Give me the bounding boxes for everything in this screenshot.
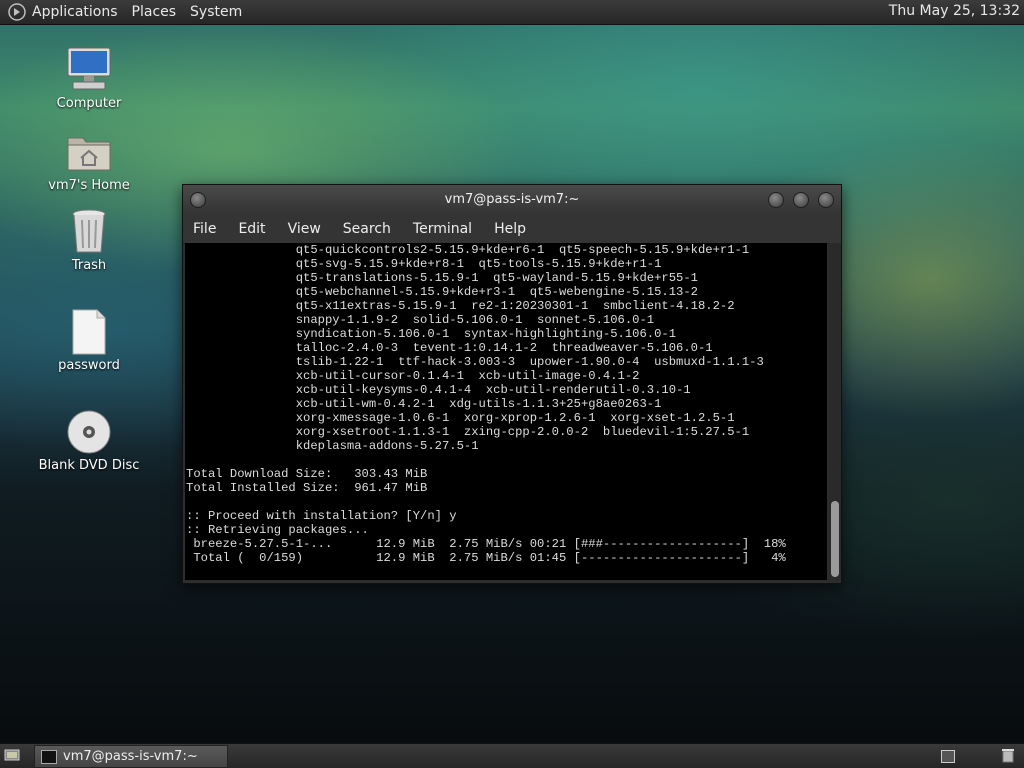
taskbar-terminal-button[interactable]: vm7@pass-is-vm7:~ — [34, 745, 228, 768]
desktop-icon-trash[interactable]: Trash — [34, 208, 144, 273]
maximize-button[interactable] — [793, 192, 809, 208]
terminal-text: qt5-quickcontrols2-5.15.9+kde+r6-1 qt5-s… — [186, 243, 786, 565]
trash-applet-icon[interactable] — [1001, 748, 1015, 763]
menu-terminal[interactable]: Terminal — [413, 221, 472, 237]
home-folder-icon — [65, 128, 113, 176]
close-button[interactable] — [818, 192, 834, 208]
desktop-icon-computer[interactable]: Computer — [34, 46, 144, 111]
desktop-icon-dvd[interactable]: Blank DVD Disc — [34, 408, 144, 473]
desktop-icon-home[interactable]: vm7's Home — [34, 128, 144, 193]
top-panel: Applications Places System Thu May 25, 1… — [0, 0, 1024, 25]
desktop-icon-label: password — [58, 358, 120, 373]
desktop-icon-label: vm7's Home — [48, 178, 130, 193]
places-menu[interactable]: Places — [132, 4, 177, 20]
terminal-window[interactable]: vm7@pass-is-vm7:~ File Edit View Search … — [182, 184, 842, 584]
desktop-icon-label: Blank DVD Disc — [38, 458, 140, 473]
menu-edit[interactable]: Edit — [238, 221, 265, 237]
window-title: vm7@pass-is-vm7:~ — [444, 192, 580, 207]
terminal-scrollbar[interactable] — [829, 243, 841, 580]
distro-logo-icon[interactable] — [8, 3, 26, 21]
menu-help[interactable]: Help — [494, 221, 526, 237]
menu-search[interactable]: Search — [343, 221, 391, 237]
computer-icon — [65, 46, 113, 94]
desktop-icon-password[interactable]: password — [34, 308, 144, 373]
file-icon — [65, 308, 113, 356]
show-desktop-icon[interactable] — [4, 748, 20, 763]
taskbar-label: vm7@pass-is-vm7:~ — [63, 749, 198, 764]
desktop-icon-label: Computer — [56, 96, 122, 111]
bottom-panel: vm7@pass-is-vm7:~ — [0, 743, 1024, 768]
clock[interactable]: Thu May 25, 13:32 — [889, 3, 1020, 19]
system-menu[interactable]: System — [190, 4, 242, 20]
terminal-output[interactable]: qt5-quickcontrols2-5.15.9+kde+r6-1 qt5-s… — [185, 243, 827, 580]
trash-icon — [65, 208, 113, 256]
minimize-button[interactable] — [768, 192, 784, 208]
applications-menu[interactable]: Applications — [32, 4, 118, 20]
scrollbar-thumb[interactable] — [831, 501, 839, 577]
terminal-menubar: File Edit View Search Terminal Help — [183, 215, 841, 244]
window-titlebar[interactable]: vm7@pass-is-vm7:~ — [183, 185, 841, 215]
menu-view[interactable]: View — [288, 221, 321, 237]
menu-file[interactable]: File — [193, 221, 216, 237]
workspace-switcher[interactable] — [941, 750, 955, 763]
dvd-icon — [65, 408, 113, 456]
desktop-icon-label: Trash — [71, 258, 107, 273]
terminal-icon — [41, 749, 57, 764]
